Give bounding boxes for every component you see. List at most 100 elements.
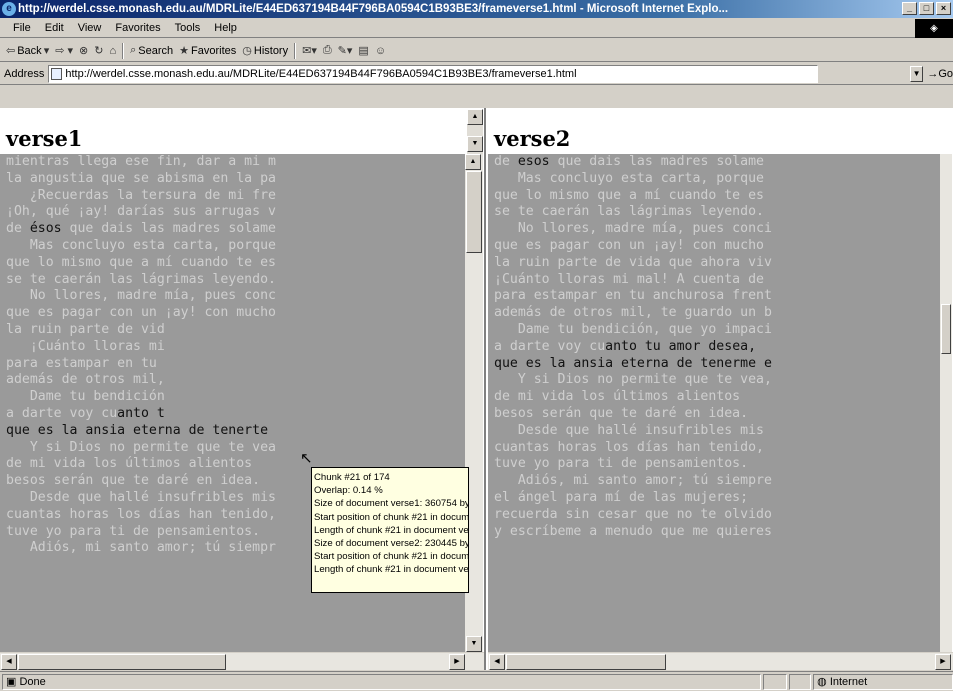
highlighted-text: ésos [29,221,62,237]
tooltip-line: Start position of chunk #21 in document … [314,511,469,523]
text-segment: ¡Cuánto lloras mi [6,338,165,354]
menu-tools[interactable]: Tools [168,22,208,34]
address-input[interactable]: http://werdel.csse.monash.edu.au/MDRLite… [48,64,818,83]
text-line: No llores, madre mía, pues conc [6,288,466,305]
search-button[interactable]: ⌕ Search [130,44,173,57]
text-segment: y escríbeme a menudo que me quieres [494,523,772,539]
horizontal-scroll-thumb[interactable] [18,654,226,670]
page-content: verse1 ▲ ▼ mientras llega ese fin, dar a… [0,108,953,670]
text-segment: además de otros mil, te guardo un b [494,305,772,321]
refresh-icon[interactable]: ↻ [94,44,103,57]
text-segment: el ángel para mí de las mujeres; [494,489,749,505]
frame-header: verse2 [488,108,953,154]
text-segment: de mi vida los últimos alientos [6,456,253,472]
highlighted-text: anto t [117,405,165,421]
edit-icon[interactable]: ✎▾ [338,44,353,57]
text-line: que lo mismo que a mí cuando te es [6,255,466,272]
history-button[interactable]: ◷ History [242,44,289,58]
text-line: se te caerán las lágrimas leyendo. [494,204,940,221]
text-segment: que es pagar con un ¡ay! con mucho [6,305,276,321]
text-segment: Adiós, mi santo amor; tú siempr [6,540,276,556]
address-label: Address [4,67,45,80]
tooltip-line: Overlap: 0.14 % [314,485,383,497]
text-segment: ¡Oh, qué ¡ay! darías sus arrugas v [6,204,276,220]
horizontal-scroll-thumb[interactable] [506,654,666,670]
menu-file[interactable]: File [6,22,38,34]
menu-favorites[interactable]: Favorites [108,22,167,34]
text-line: ¡Oh, qué ¡ay! darías sus arrugas v [6,204,466,221]
text-line: Dame tu bendición, que yo impaci [494,322,940,339]
text-line: besos serán que te daré en idea. [494,406,940,423]
minimize-button[interactable]: _ [902,2,917,15]
text-line: además de otros mil, te guardo un b [494,305,940,322]
text-segment: Adiós, mi santo amor; tú siempre [494,473,772,489]
text-segment: tuve yo para ti de pensamientos. [494,456,749,472]
text-segment: ¿Recuerdas la tersura de mi fre [6,187,276,203]
text-line: que es pagar con un ¡ay! con mucho [494,238,940,255]
text-segment: cuantas horas los días han tenido, [6,506,276,522]
text-segment: recuerda sin cesar que no te olvido [494,506,772,522]
messenger-icon[interactable]: ☺ [375,45,386,57]
status-text: Done [19,675,46,688]
text-line: Y si Dios no permite que te vea, [494,372,940,389]
verse2-vertical-scrollbar[interactable] [940,154,952,652]
stop-icon[interactable]: ⊗ [79,44,88,57]
text-segment: que dais las madres solame [61,221,276,237]
favorites-label: Favorites [191,44,237,57]
text-line: ¡Cuánto lloras mi mal! A cuenta de [494,272,940,289]
favorites-button[interactable]: ★ Favorites [179,44,237,58]
discuss-icon[interactable]: ▤ [358,44,368,57]
scroll-thumb[interactable] [466,171,482,253]
verse1-horizontal-scrollbar[interactable]: ◀ ▶ [0,652,484,670]
verse2-horizontal-scrollbar[interactable]: ◀ ▶ [488,652,953,670]
address-dropdown-button[interactable]: ▼ [909,65,924,82]
text-segment: Desde que hallé insufribles mis [494,422,764,438]
scroll-left-icon[interactable]: ◀ [1,654,17,670]
scroll-right-icon[interactable]: ▶ [935,654,951,670]
scroll-down-icon[interactable]: ▼ [466,636,482,652]
verse2-text-area[interactable]: de esos que dais las madres solame Mas c… [488,154,940,652]
go-button[interactable]: →Go [927,68,953,80]
menu-help[interactable]: Help [207,22,244,34]
scroll-thumb[interactable] [941,304,951,354]
text-line: recuerda sin cesar que no te olvido [494,507,940,524]
header-scrollbar[interactable]: ▲ ▼ [467,109,483,154]
text-line: que es la ansia eterna de tenerte [6,423,466,440]
text-segment: que dais las madres solame [549,154,764,169]
scroll-up-icon[interactable]: ▲ [465,154,481,170]
page-icon [51,67,63,80]
text-segment: la ruin parte de vida que ahora viv [494,254,772,270]
back-button[interactable]: ⇦ Back ▾ [6,44,50,58]
home-icon[interactable]: ⌂ [109,45,116,57]
scroll-up-icon[interactable]: ▲ [467,109,483,125]
scroll-left-icon[interactable]: ◀ [489,654,505,670]
mail-icon[interactable]: ✉▾ [302,44,317,57]
globe-icon: ◍ [817,675,827,688]
page-done-icon: ▣ [6,675,17,688]
scroll-down-icon[interactable]: ▼ [467,136,483,152]
text-segment: besos serán que te daré en idea. [494,405,749,421]
text-segment: Desde que hallé insufribles mis [6,489,276,505]
mouse-cursor-icon: ↖ [300,450,313,467]
window-title-bar: e http://werdel.csse.monash.edu.au/MDRLi… [0,0,953,18]
frame-header: verse1 ▲ ▼ [0,108,484,154]
chevron-down-icon: ▾ [43,45,50,57]
toolbar-separator [294,42,297,59]
menu-view[interactable]: View [71,22,109,34]
address-bar: Address http://werdel.csse.monash.edu.au… [0,63,953,85]
text-line: la ruin parte de vid [6,322,466,339]
text-line: para estampar en tu [6,356,466,373]
text-line: Mas concluyo esta carta, porque [6,238,466,255]
menu-edit[interactable]: Edit [38,22,71,34]
scroll-right-icon[interactable]: ▶ [449,654,465,670]
text-segment: mientras llega ese fin, dar a mi m [6,154,276,169]
maximize-button[interactable]: □ [919,2,934,15]
forward-arrow-icon[interactable]: ⇨ ▾ [55,44,73,57]
print-icon[interactable]: ⎙ [323,44,332,57]
text-line: Adiós, mi santo amor; tú siempre [494,473,940,490]
text-line: el ángel para mí de las mujeres; [494,490,940,507]
status-cell [763,673,788,690]
history-label: History [253,44,289,57]
text-segment: que lo mismo que a mí cuando te es [6,254,276,270]
close-button[interactable]: × [936,2,951,15]
